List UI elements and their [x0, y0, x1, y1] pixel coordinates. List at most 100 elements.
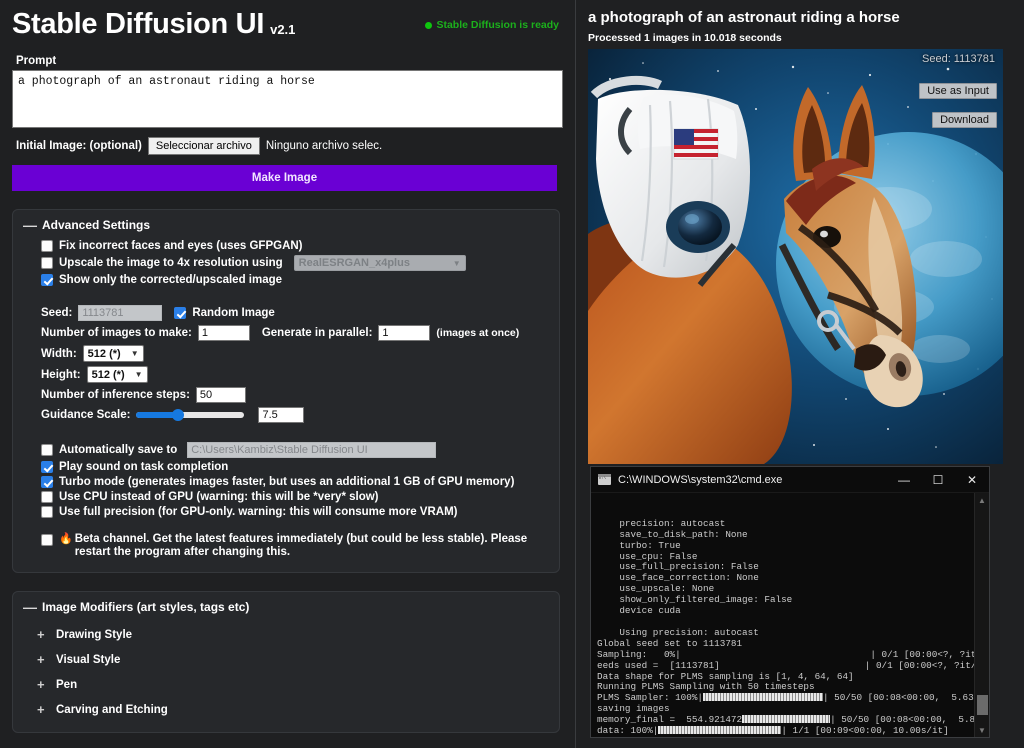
- guidance-slider-thumb[interactable]: [172, 409, 184, 421]
- use-as-input-button[interactable]: Use as Input: [919, 83, 997, 99]
- console-output[interactable]: precision: autocast save_to_disk_path: N…: [591, 493, 989, 737]
- steps-label: Number of inference steps:: [41, 389, 190, 401]
- divider-space-3: [41, 521, 549, 530]
- console-line: eeds used = [1113781] | 0/1 [00:00<?, ?i…: [597, 661, 989, 672]
- download-button[interactable]: Download: [932, 112, 997, 128]
- parallel-input[interactable]: [378, 325, 430, 341]
- turbo-checkbox[interactable]: [41, 476, 53, 488]
- sound-label: Play sound on task completion: [59, 461, 228, 473]
- num-images-input[interactable]: [198, 325, 250, 341]
- width-label: Width:: [41, 348, 77, 360]
- turbo-row[interactable]: Turbo mode (generates images faster, but…: [41, 476, 549, 488]
- console-line: device cuda: [597, 606, 989, 617]
- console-titlebar[interactable]: C:\WINDOWS\system32\cmd.exe — ☐ ✕: [591, 467, 989, 493]
- collapse-icon[interactable]: —: [23, 600, 34, 614]
- modifier-label: Drawing Style: [56, 629, 132, 641]
- minimize-button[interactable]: —: [887, 467, 921, 493]
- modifier-list: + Drawing Style + Visual Style + Pen + C…: [23, 622, 549, 722]
- advanced-settings-body: Fix incorrect faces and eyes (uses GFPGA…: [23, 240, 549, 559]
- width-select[interactable]: 512 (*) ▼: [83, 345, 144, 362]
- console-line: save_to_disk_path: None: [597, 530, 989, 541]
- progress-bar: [742, 715, 830, 723]
- choose-file-button[interactable]: Seleccionar archivo: [148, 137, 260, 155]
- modifier-carving-and-etching[interactable]: + Carving and Etching: [23, 697, 549, 722]
- seed-row: Seed: Random Image: [41, 305, 549, 321]
- full-precision-row[interactable]: Use full precision (for GPU-only. warnin…: [41, 506, 549, 518]
- cpu-checkbox[interactable]: [41, 491, 53, 503]
- collapse-icon[interactable]: —: [23, 218, 34, 232]
- modifier-visual-style[interactable]: + Visual Style: [23, 647, 549, 672]
- height-row: Height: 512 (*) ▼: [41, 366, 549, 383]
- sound-row[interactable]: Play sound on task completion: [41, 461, 549, 473]
- fire-icon: 🔥: [59, 533, 73, 546]
- beta-row[interactable]: 🔥 Beta channel. Get the latest features …: [41, 533, 549, 559]
- width-value: 512 (*): [88, 348, 121, 360]
- upscale-model-select[interactable]: RealESRGAN_x4plus ▼: [294, 255, 466, 271]
- image-modifiers-header[interactable]: — Image Modifiers (art styles, tags etc): [23, 600, 549, 614]
- result-status: Processed 1 images in 10.018 seconds: [588, 32, 1013, 44]
- upscale-row[interactable]: Upscale the image to 4x resolution using…: [41, 255, 549, 271]
- divider-space-2: [41, 427, 549, 439]
- close-button[interactable]: ✕: [955, 467, 989, 493]
- seed-label: Seed:: [41, 307, 72, 319]
- console-title: C:\WINDOWS\system32\cmd.exe: [618, 474, 887, 486]
- progress-bar: [703, 693, 823, 701]
- status-label: Stable Diffusion is ready: [436, 19, 559, 31]
- upscale-checkbox[interactable]: [41, 257, 53, 269]
- sound-checkbox[interactable]: [41, 461, 53, 473]
- divider-space: [41, 289, 549, 301]
- autosave-checkbox[interactable]: [41, 444, 53, 456]
- make-image-button[interactable]: Make Image: [12, 165, 557, 191]
- fix-faces-checkbox[interactable]: [41, 240, 53, 252]
- chevron-down-icon: ▼: [135, 370, 143, 379]
- cpu-row[interactable]: Use CPU instead of GPU (warning: this wi…: [41, 491, 549, 503]
- full-precision-label: Use full precision (for GPU-only. warnin…: [59, 506, 458, 518]
- parallel-label: Generate in parallel:: [262, 327, 373, 339]
- scroll-down-icon[interactable]: ▼: [975, 723, 989, 737]
- fix-faces-row[interactable]: Fix incorrect faces and eyes (uses GFPGA…: [41, 240, 549, 252]
- upscale-model-value: RealESRGAN_x4plus: [299, 257, 410, 269]
- prompt-input[interactable]: [12, 70, 563, 128]
- modifier-label: Carving and Etching: [56, 704, 168, 716]
- progress-bar: [658, 726, 781, 734]
- modifier-drawing-style[interactable]: + Drawing Style: [23, 622, 549, 647]
- autosave-path-input[interactable]: [187, 442, 436, 458]
- status-dot-icon: [425, 22, 432, 29]
- scroll-up-icon[interactable]: ▲: [975, 493, 989, 507]
- chevron-down-icon: ▼: [131, 349, 139, 358]
- console-log-lines: precision: autocast save_to_disk_path: N…: [597, 519, 989, 737]
- advanced-settings-header[interactable]: — Advanced Settings: [23, 218, 549, 232]
- status-badge: Stable Diffusion is ready: [425, 19, 559, 31]
- show-only-label: Show only the corrected/upscaled image: [59, 274, 282, 286]
- seed-input[interactable]: [78, 305, 162, 321]
- show-only-row[interactable]: Show only the corrected/upscaled image: [41, 274, 549, 286]
- guidance-input[interactable]: [258, 407, 304, 423]
- prompt-label: Prompt: [16, 55, 563, 67]
- advanced-settings-title: Advanced Settings: [42, 218, 150, 232]
- scrollbar-thumb[interactable]: [977, 695, 988, 715]
- guidance-slider[interactable]: [136, 412, 244, 418]
- chevron-down-icon: ▼: [453, 259, 461, 268]
- generated-image[interactable]: Seed: 1113781 Use as Input Download: [588, 49, 1003, 464]
- beta-checkbox[interactable]: [41, 534, 53, 546]
- initial-image-row: Initial Image: (optional) Seleccionar ar…: [16, 137, 563, 155]
- num-images-label: Number of images to make:: [41, 327, 192, 339]
- maximize-button[interactable]: ☐: [921, 467, 955, 493]
- fix-faces-label: Fix incorrect faces and eyes (uses GFPGA…: [59, 240, 303, 252]
- cpu-label: Use CPU instead of GPU (warning: this wi…: [59, 491, 379, 503]
- page-title: Stable Diffusion UI: [12, 10, 264, 39]
- autosave-row[interactable]: Automatically save to: [41, 442, 549, 458]
- steps-input[interactable]: [196, 387, 246, 403]
- beta-label: Beta channel. Get the latest features im…: [75, 533, 549, 559]
- console-scrollbar[interactable]: ▲ ▼: [974, 493, 989, 737]
- modifier-label: Visual Style: [56, 654, 120, 666]
- full-precision-checkbox[interactable]: [41, 506, 53, 518]
- guidance-row: Guidance Scale:: [41, 407, 549, 423]
- modifier-pen[interactable]: + Pen: [23, 672, 549, 697]
- upscale-label: Upscale the image to 4x resolution using: [59, 257, 283, 269]
- steps-row: Number of inference steps:: [41, 387, 549, 403]
- show-only-checkbox[interactable]: [41, 274, 53, 286]
- height-select[interactable]: 512 (*) ▼: [87, 366, 148, 383]
- console-window[interactable]: C:\WINDOWS\system32\cmd.exe — ☐ ✕ precis…: [590, 466, 990, 738]
- random-image-checkbox[interactable]: [174, 307, 186, 319]
